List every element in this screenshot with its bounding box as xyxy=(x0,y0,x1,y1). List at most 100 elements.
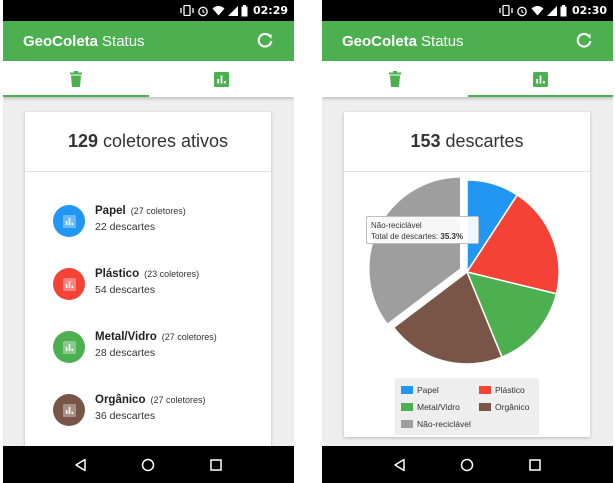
collectors-card: 129 coletores ativos Papel (27 coletores)… xyxy=(25,112,271,452)
chart-legend: Papel Plástico Metal/Vidro Orgânico Não-… xyxy=(395,378,539,435)
recents-button[interactable] xyxy=(525,455,545,475)
bar-chart-icon xyxy=(62,340,76,354)
tooltip-title: Não-reciclável xyxy=(371,221,422,230)
tab-collectors[interactable] xyxy=(322,61,468,97)
category-collectors: (27 coletores) xyxy=(130,206,186,216)
app-title-status: Status xyxy=(421,32,464,50)
legend-item-nao-reciclavel[interactable]: Não-reciclável xyxy=(401,419,471,429)
legend-item-papel[interactable]: Papel xyxy=(401,385,439,395)
category-discards: 54 descartes xyxy=(95,284,156,296)
alarm-icon xyxy=(198,6,208,16)
collectors-summary: 129 coletores ativos xyxy=(25,112,271,172)
category-collectors: (27 coletores) xyxy=(150,395,206,405)
home-icon xyxy=(461,458,474,471)
bar-chart-icon xyxy=(62,214,76,228)
legend-label: Metal/Vidro xyxy=(417,402,460,412)
category-discards: 22 descartes xyxy=(95,221,156,233)
discards-label: descartes xyxy=(445,131,524,151)
refresh-button[interactable] xyxy=(573,30,595,52)
category-icon-organico xyxy=(53,394,85,426)
tab-discards-chart[interactable] xyxy=(149,61,295,97)
trash-icon xyxy=(69,71,82,87)
legend-label: Não-reciclável xyxy=(417,419,471,429)
category-discards: 28 descartes xyxy=(95,347,156,359)
category-collectors: (23 coletores) xyxy=(144,269,200,279)
bar-chart-icon xyxy=(532,71,548,87)
category-name: Plástico xyxy=(95,268,140,280)
discards-count: 153 xyxy=(410,131,441,151)
wifi-icon xyxy=(531,6,544,16)
signal-icon xyxy=(546,5,557,16)
category-name: Metal/Vidro xyxy=(95,331,157,343)
back-button[interactable] xyxy=(71,455,91,475)
bar-chart-icon xyxy=(62,277,76,291)
refresh-icon xyxy=(576,32,592,48)
vibrate-icon xyxy=(180,5,194,16)
list-item-organico[interactable]: Orgânico (27 coletores) 36 descartes xyxy=(53,393,263,427)
home-button[interactable] xyxy=(457,455,477,475)
app-title-brand: GeoColeta xyxy=(23,32,99,50)
legend-swatch xyxy=(479,386,491,394)
refresh-button[interactable] xyxy=(254,30,276,52)
list-item-papel[interactable]: Papel (27 coletores) 22 descartes xyxy=(53,204,263,238)
home-icon xyxy=(142,458,155,471)
discards-pie-chart[interactable] xyxy=(344,174,590,384)
status-time: 02:29 xyxy=(252,4,288,17)
legend-item-plastico[interactable]: Plástico xyxy=(479,385,525,395)
category-name: Papel xyxy=(95,205,126,217)
refresh-icon xyxy=(257,32,273,48)
tab-collectors[interactable] xyxy=(3,61,149,97)
phone-screen-collectors: 02:29 GeoColeta Status 129 coletores ati… xyxy=(3,0,294,483)
status-time: 02:30 xyxy=(571,4,607,17)
phone-screen-discards: 02:30 GeoColeta Status 153 descartes Não… xyxy=(322,0,613,483)
tab-discards-chart[interactable] xyxy=(467,61,614,97)
recents-button[interactable] xyxy=(206,455,226,475)
category-icon-papel xyxy=(53,205,85,237)
home-button[interactable] xyxy=(138,455,158,475)
back-button[interactable] xyxy=(390,455,410,475)
discards-summary: 153 descartes xyxy=(344,112,590,172)
tooltip-value: 35.3% xyxy=(440,232,464,241)
tab-bar xyxy=(3,61,294,97)
alarm-icon xyxy=(517,6,527,16)
legend-swatch xyxy=(401,420,413,428)
tab-bar xyxy=(322,61,613,97)
app-bar: GeoColeta Status xyxy=(322,21,613,61)
legend-label: Plástico xyxy=(495,385,525,395)
app-title-status: Status xyxy=(102,32,145,50)
battery-icon xyxy=(560,4,567,16)
collectors-label: coletores ativos xyxy=(102,131,229,151)
legend-swatch xyxy=(401,403,413,411)
collectors-count: 129 xyxy=(67,131,98,151)
navigation-bar xyxy=(3,446,294,483)
recents-icon xyxy=(210,458,222,471)
category-collectors: (27 coletores) xyxy=(161,332,217,342)
bar-chart-icon xyxy=(213,71,229,87)
back-icon xyxy=(75,458,86,471)
app-title-brand: GeoColeta xyxy=(342,32,418,50)
legend-item-metal-vidro[interactable]: Metal/Vidro xyxy=(401,402,460,412)
category-discards: 36 descartes xyxy=(95,410,156,422)
recents-icon xyxy=(529,458,541,471)
navigation-bar xyxy=(322,446,613,483)
bar-chart-icon xyxy=(62,403,76,417)
status-bar: 02:30 xyxy=(322,0,613,21)
back-icon xyxy=(394,458,405,471)
legend-item-organico[interactable]: Orgânico xyxy=(479,402,530,412)
list-item-plastico[interactable]: Plástico (23 coletores) 54 descartes xyxy=(53,267,263,301)
legend-swatch xyxy=(479,403,491,411)
status-bar: 02:29 xyxy=(3,0,294,21)
list-item-metal-vidro[interactable]: Metal/Vidro (27 coletores) 28 descartes xyxy=(53,330,263,364)
category-icon-plastico xyxy=(53,268,85,300)
tooltip-label: Total de descartes: xyxy=(371,232,439,241)
legend-label: Papel xyxy=(417,385,439,395)
trash-icon xyxy=(388,71,401,87)
category-icon-metal-vidro xyxy=(53,331,85,363)
chart-tooltip: Não-reciclável Total de descartes: 35.3% xyxy=(366,216,479,244)
category-name: Orgânico xyxy=(95,394,146,406)
legend-swatch xyxy=(401,386,413,394)
vibrate-icon xyxy=(499,5,513,16)
pie-chart-area xyxy=(344,174,590,384)
app-bar: GeoColeta Status xyxy=(3,21,294,61)
wifi-icon xyxy=(212,6,225,16)
